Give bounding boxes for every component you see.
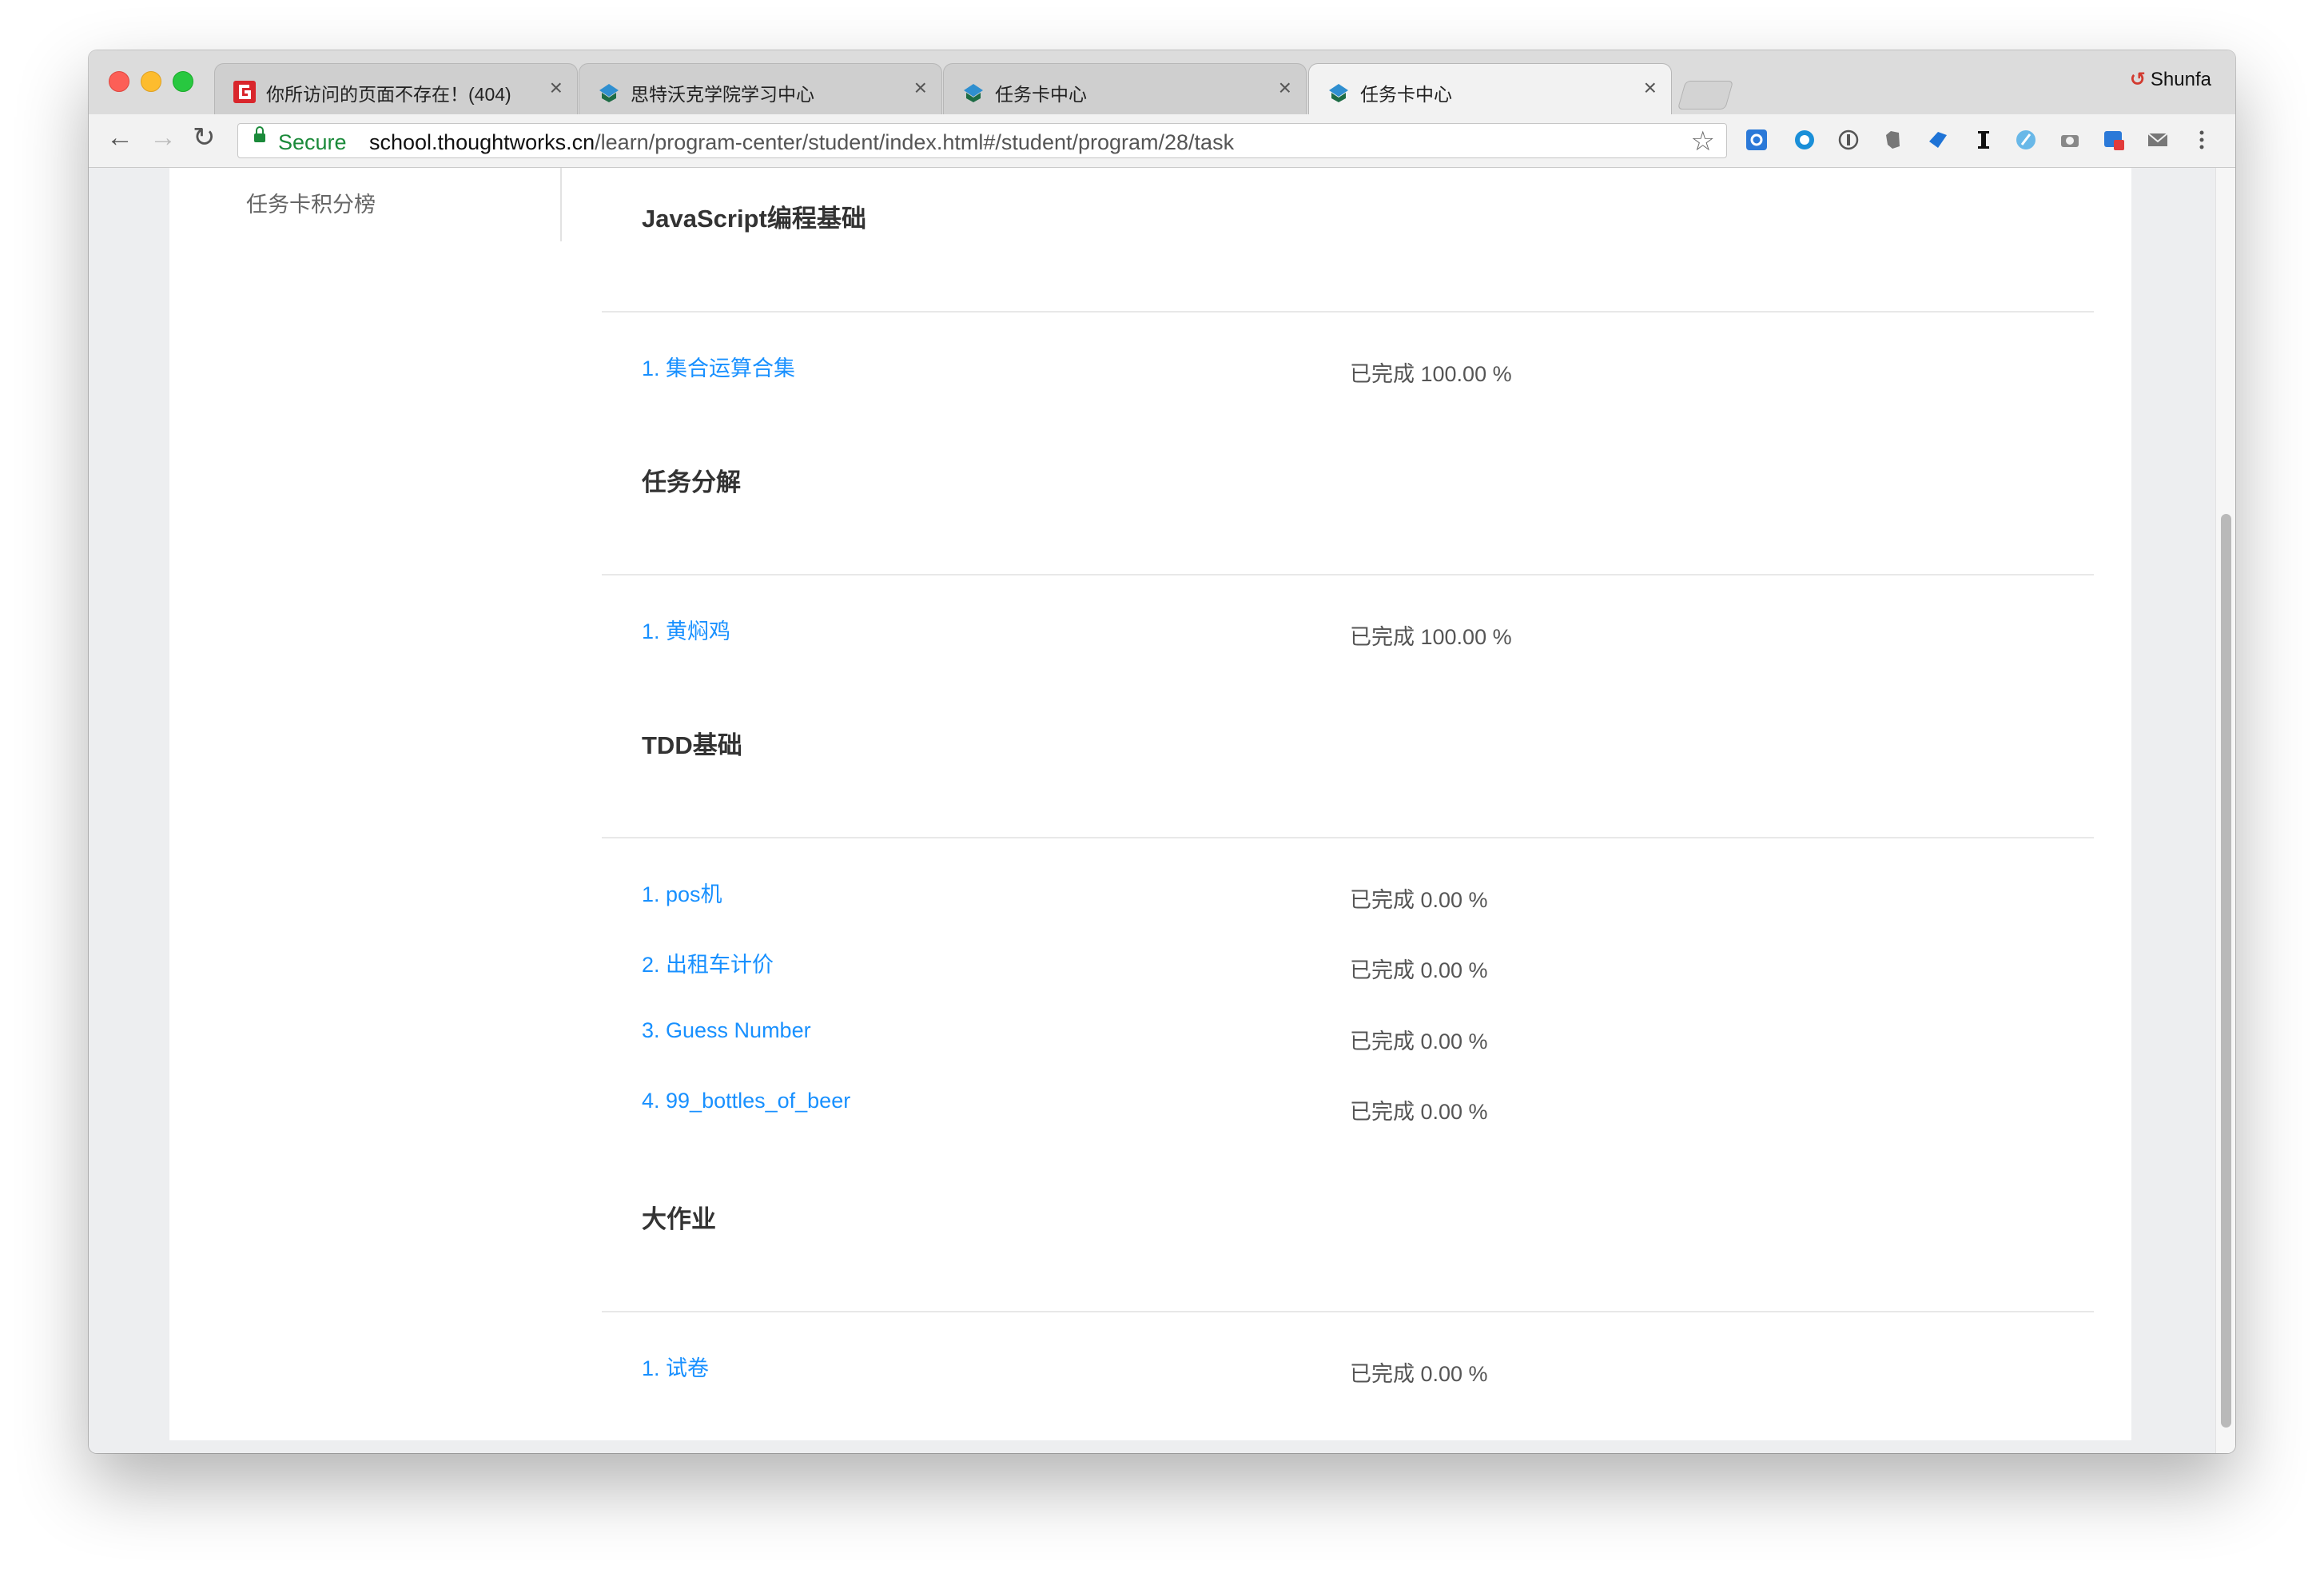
red-g-favicon-icon [233,81,256,103]
section-divider [602,311,2094,313]
thoughtworks-favicon-icon [964,84,983,102]
tab-404[interactable]: 你所访问的页面不存在！(404) × [214,63,578,114]
task-status: 已完成 0.00 % [1350,958,1488,982]
task-link[interactable]: 3. Guess Number [642,1018,811,1043]
page-viewport: 任务卡积分榜 JavaScript编程基础 1. 集合运算合集 已完成 100.… [89,168,2235,1453]
tab-close-icon[interactable]: × [550,77,563,99]
vertical-scrollbar[interactable] [2215,168,2235,1453]
task-link[interactable]: 1. 试卷 [642,1351,709,1382]
password-extension-icon[interactable] [1837,129,1860,151]
task-link[interactable]: 1. pos机 [642,877,722,908]
new-tab-button[interactable] [1677,81,1734,110]
lock-icon [254,126,265,142]
tab-title: 思特沃克学院学习中心 [631,84,814,105]
section-title: JavaScript编程基础 [642,205,866,233]
browser-window: 你所访问的页面不存在！(404) × 思特沃克学院学习中心 × 任务卡中心 × [89,50,2235,1453]
tag-extension-icon[interactable] [1927,129,1949,151]
thoughtworks-favicon-icon [599,84,619,102]
sidebar-divider [560,168,562,241]
tab-task-center-active[interactable]: 任务卡中心 × [1308,63,1672,116]
section-divider [602,837,2094,838]
section-title: 大作业 [642,1205,716,1233]
menu-dots-icon[interactable] [2191,129,2213,151]
forward-arrow-icon[interactable]: → [149,124,177,151]
url-host: school.thoughtworks.cn [369,130,595,154]
main-panel: 任务卡积分榜 JavaScript编程基础 1. 集合运算合集 已完成 100.… [169,168,2131,1440]
section-divider [602,1311,2094,1312]
url-path: /learn/program-center/student/index.html… [595,130,1235,154]
tab-strip: 你所访问的页面不存在！(404) × 思特沃克学院学习中心 × 任务卡中心 × [89,50,2235,116]
tab-close-icon[interactable]: × [914,77,927,99]
tab-title: 任务卡中心 [1360,84,1452,105]
blocker-extension-icon[interactable] [2103,129,2125,151]
profile-button[interactable]: ↺ Shunfa [2130,68,2211,91]
tab-learning-center[interactable]: 思特沃克学院学习中心 × [579,63,942,114]
profile-name: Shunfa [2150,69,2211,90]
bookmark-star-icon[interactable]: ☆ [1691,125,1715,157]
profile-icon: ↺ [2129,69,2146,90]
task-status: 已完成 100.00 % [1350,625,1512,649]
feather-extension-icon[interactable] [2015,129,2037,151]
thoughtworks-favicon-icon [1329,84,1348,102]
back-arrow-icon[interactable]: ← [106,124,133,151]
secure-label: Secure [278,130,347,154]
task-link[interactable]: 2. 出租车计价 [642,947,774,978]
task-link[interactable]: 1. 集合运算合集 [642,351,795,382]
section-title: 任务分解 [642,468,741,496]
url-text[interactable]: school.thoughtworks.cn/learn/program-cen… [369,130,1234,155]
tab-title: 任务卡中心 [995,84,1087,105]
task-link[interactable]: 4. 99_bottles_of_beer [642,1089,850,1113]
instapaper-extension-icon[interactable] [1972,129,1995,151]
task-link[interactable]: 1. 黄焖鸡 [642,614,730,645]
window-minimize-button[interactable] [141,71,161,92]
address-bar[interactable]: Secure school.thoughtworks.cn/learn/prog… [237,123,1727,158]
section-title: TDD基础 [642,731,742,759]
evernote-extension-icon[interactable] [1881,129,1904,151]
tab-close-icon[interactable]: × [1279,77,1291,99]
tab-title: 你所访问的页面不存在！(404) [266,84,511,105]
tab-close-icon[interactable]: × [1644,77,1657,99]
circle-extension-icon[interactable] [1793,129,1816,151]
section-divider [602,574,2094,575]
window-close-button[interactable] [109,71,129,92]
sidebar-item-leaderboard[interactable]: 任务卡积分榜 [246,187,376,218]
task-status: 已完成 0.00 % [1350,888,1488,912]
scrollbar-thumb[interactable] [2221,514,2231,1428]
mail-extension-icon[interactable] [2147,129,2169,151]
camera-extension-icon[interactable] [2059,129,2081,151]
browser-toolbar: ← → ↻ Secure school.thoughtworks.cn/lear… [89,114,2235,168]
window-zoom-button[interactable] [173,71,193,92]
settings-extension-icon[interactable] [1745,129,1768,151]
task-status: 已完成 0.00 % [1350,1362,1488,1386]
task-status: 已完成 0.00 % [1350,1029,1488,1053]
tab-task-center[interactable]: 任务卡中心 × [943,63,1307,114]
task-status: 已完成 0.00 % [1350,1100,1488,1124]
reload-icon[interactable]: ↻ [193,124,216,151]
task-status: 已完成 100.00 % [1350,362,1512,386]
